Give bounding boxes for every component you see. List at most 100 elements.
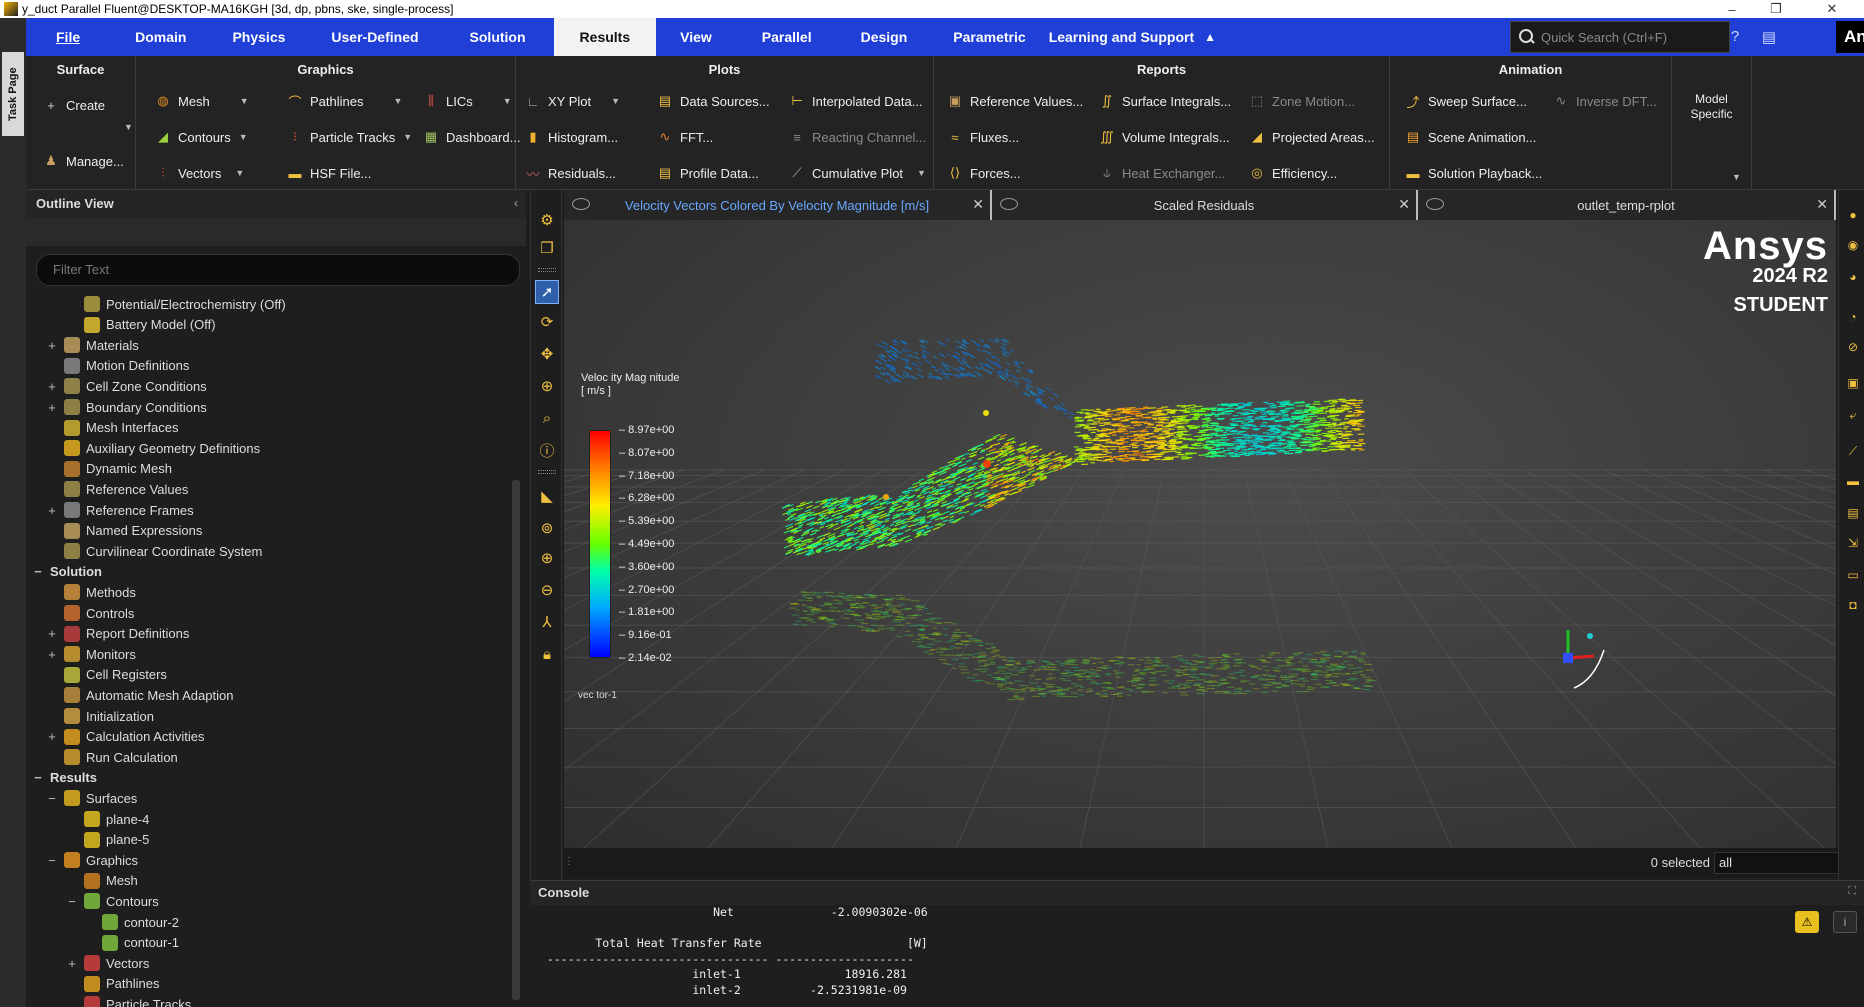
ribbon-group-model-specific[interactable]: Model Specific ▼ xyxy=(1672,56,1752,190)
tree-item-methods[interactable]: Methods xyxy=(46,582,136,602)
tree-item-contour-1[interactable]: contour-1 xyxy=(84,933,179,953)
heat-exchanger-button[interactable]: ⫝ Heat Exchanger... xyxy=(1098,162,1225,184)
tree-item-surfaces[interactable]: − Surfaces xyxy=(46,788,137,808)
tree-item-graphics[interactable]: − Graphics xyxy=(46,850,138,870)
data-sources-button[interactable]: ▤ Data Sources... xyxy=(656,90,770,112)
vectors-button[interactable]: ⫶ Vectors ▼ xyxy=(154,162,244,184)
tree-item-reference-values[interactable]: Reference Values xyxy=(46,479,188,499)
fit-to-window-icon[interactable]: ◣ xyxy=(535,484,559,508)
menu-solution[interactable]: Solution xyxy=(442,18,554,56)
close-window-icon[interactable]: ✕ xyxy=(1812,0,1852,18)
tree-item-battery-model-off[interactable]: Battery Model (Off) xyxy=(66,315,216,335)
hide-icon[interactable]: ⊘ xyxy=(1845,340,1861,356)
reacting-channel-button[interactable]: ≡ Reacting Channel... xyxy=(788,126,926,148)
tab-velocity-vectors[interactable]: Velocity Vectors Colored By Velocity Mag… xyxy=(564,190,992,220)
collapse-ribbon-icon[interactable]: ▲ xyxy=(1204,30,1216,44)
tree-item-initialization[interactable]: Initialization xyxy=(46,706,154,726)
console-output[interactable]: Net -2.0090302e-06 Total Heat Transfer R… xyxy=(530,905,1864,998)
dashboard-button[interactable]: ▦ Dashboard... xyxy=(422,126,521,148)
zoom-icon[interactable]: ⌕ xyxy=(535,406,559,430)
lock-icon[interactable]: 🔒︎ xyxy=(535,642,559,666)
menu-file[interactable]: File xyxy=(26,18,112,56)
menu-parallel[interactable]: Parallel xyxy=(736,18,838,56)
reference-values-button[interactable]: ▣ Reference Values... xyxy=(946,90,1083,112)
efficiency-button[interactable]: ◎ Efficiency... xyxy=(1248,162,1337,184)
zoom-out-icon[interactable]: ⊖ xyxy=(535,578,559,602)
tree-item-calculation-activities[interactable]: + Calculation Activities xyxy=(46,727,205,747)
manage-surfaces-button[interactable]: ♟ Manage... xyxy=(42,150,124,172)
close-tab-icon[interactable]: ✕ xyxy=(972,196,984,213)
menu-physics[interactable]: Physics xyxy=(209,18,308,56)
volume-integrals-button[interactable]: ∭ Volume Integrals... xyxy=(1098,126,1230,148)
collapse-icon[interactable]: − xyxy=(66,894,78,909)
tree-item-boundary-conditions[interactable]: + Boundary Conditions xyxy=(46,397,207,417)
pathlines-button[interactable]: ⌒ Pathlines ▼ xyxy=(286,90,402,112)
tree-item-plane-5[interactable]: plane-5 xyxy=(66,830,149,850)
scene-animation-button[interactable]: ▤ Scene Animation... xyxy=(1404,126,1537,148)
tree-item-automatic-mesh-adaption[interactable]: Automatic Mesh Adaption xyxy=(46,685,233,705)
export-icon[interactable]: ⇲ xyxy=(1845,536,1861,552)
camera-icon[interactable]: ◘ xyxy=(1845,598,1861,614)
close-tab-icon[interactable]: ✕ xyxy=(1816,196,1828,213)
info-icon[interactable]: i xyxy=(1833,911,1857,933)
tree-item-auxiliary-geometry-definitions[interactable]: Auxiliary Geometry Definitions xyxy=(46,438,260,458)
menu-design[interactable]: Design xyxy=(838,18,931,56)
tree-item-report-definitions[interactable]: + Report Definitions xyxy=(46,624,189,644)
quick-search-input[interactable]: Quick Search (Ctrl+F) xyxy=(1510,21,1730,53)
inverse-dft-button[interactable]: ∿ Inverse DFT... xyxy=(1552,90,1657,112)
settings-gear-icon[interactable]: ⚙ xyxy=(535,208,559,232)
projected-areas-button[interactable]: ◢ Projected Areas... xyxy=(1248,126,1375,148)
collapse-icon[interactable]: − xyxy=(32,770,44,785)
tree-item-materials[interactable]: + Materials xyxy=(46,335,139,355)
histogram-button[interactable]: ▮ Histogram... xyxy=(524,126,618,148)
cumulative-plot-button[interactable]: ⟋ Cumulative Plot ▼ xyxy=(788,162,926,184)
zone-motion-button[interactable]: ⬚ Zone Motion... xyxy=(1248,90,1355,112)
graphics-viewport[interactable]: Ansys 2024 R2 STUDENT Veloc ity Mag nitu… xyxy=(564,220,1836,848)
menu-learning-and-support[interactable]: Learning and Support xyxy=(1049,18,1198,56)
collapse-icon[interactable]: − xyxy=(46,853,58,868)
pointer-icon[interactable]: ➚ xyxy=(535,280,559,304)
tree-item-cell-zone-conditions[interactable]: + Cell Zone Conditions xyxy=(46,376,207,396)
zoom-in-icon[interactable]: ⊕ xyxy=(535,546,559,570)
residuals-button[interactable]: 〰 Residuals... xyxy=(524,162,615,184)
tab-scaled-residuals[interactable]: Scaled Residuals ✕ xyxy=(992,190,1418,220)
expand-icon[interactable]: + xyxy=(46,626,58,641)
layout-icon[interactable]: ▤ xyxy=(1760,28,1778,46)
tree-item-curvilinear-coordinate-system[interactable]: Curvilinear Coordinate System xyxy=(46,541,262,561)
tree-item-potential-electrochemistry-off[interactable]: Potential/Electrochemistry (Off) xyxy=(66,294,286,314)
help-icon[interactable]: ? xyxy=(1726,28,1744,46)
tree-item-contours[interactable]: − Contours xyxy=(66,891,159,911)
tree-item-dynamic-mesh[interactable]: Dynamic Mesh xyxy=(46,459,172,479)
menu-parametric[interactable]: Parametric xyxy=(930,18,1048,56)
profile-data-button[interactable]: ▤ Profile Data... xyxy=(656,162,759,184)
splitter-grip[interactable]: ⋮ xyxy=(564,856,574,867)
collapse-icon[interactable]: − xyxy=(46,791,58,806)
tree-item-particle-tracks[interactable]: Particle Tracks xyxy=(66,994,191,1007)
menu-user-defined[interactable]: User-Defined xyxy=(308,18,441,56)
contours-button[interactable]: ◢ Contours ▼ xyxy=(154,126,248,148)
menu-results[interactable]: Results xyxy=(553,18,657,56)
task-page-tab[interactable]: Task Page xyxy=(2,52,24,136)
create-surface-button[interactable]: + Create xyxy=(42,94,105,116)
scene-icon[interactable]: ◉ xyxy=(1845,238,1861,254)
forces-button[interactable]: ⟨⟩ Forces... xyxy=(946,162,1021,184)
expand-icon[interactable]: + xyxy=(46,503,58,518)
copy-icon[interactable]: ❐ xyxy=(535,236,559,260)
console-expand-icon[interactable]: ⛶ xyxy=(1848,885,1856,898)
tree-item-run-calculation[interactable]: Run Calculation xyxy=(46,747,178,767)
tree-item-mesh-interfaces[interactable]: Mesh Interfaces xyxy=(46,418,179,438)
tree-item-motion-definitions[interactable]: Motion Definitions xyxy=(46,356,189,376)
menu-domain[interactable]: Domain xyxy=(112,18,209,56)
expand-icon[interactable]: + xyxy=(46,338,58,353)
tree-item-contour-2[interactable]: contour-2 xyxy=(84,912,179,932)
expand-icon[interactable]: + xyxy=(46,400,58,415)
expand-icon[interactable]: + xyxy=(66,956,78,971)
hsf-file-button[interactable]: ▬ HSF File... xyxy=(286,162,372,184)
axes-icon[interactable]: ⅄ xyxy=(535,610,559,634)
properties-icon[interactable]: ● xyxy=(1845,208,1861,224)
tree-item-cell-registers[interactable]: Cell Registers xyxy=(46,665,167,685)
tree-item-vectors[interactable]: + Vectors xyxy=(66,953,149,973)
fft-button[interactable]: ∿ FFT... xyxy=(656,126,714,148)
minimize-icon[interactable]: – xyxy=(1712,0,1752,18)
zoom-to-fit-icon[interactable]: ⊚ xyxy=(535,516,559,540)
